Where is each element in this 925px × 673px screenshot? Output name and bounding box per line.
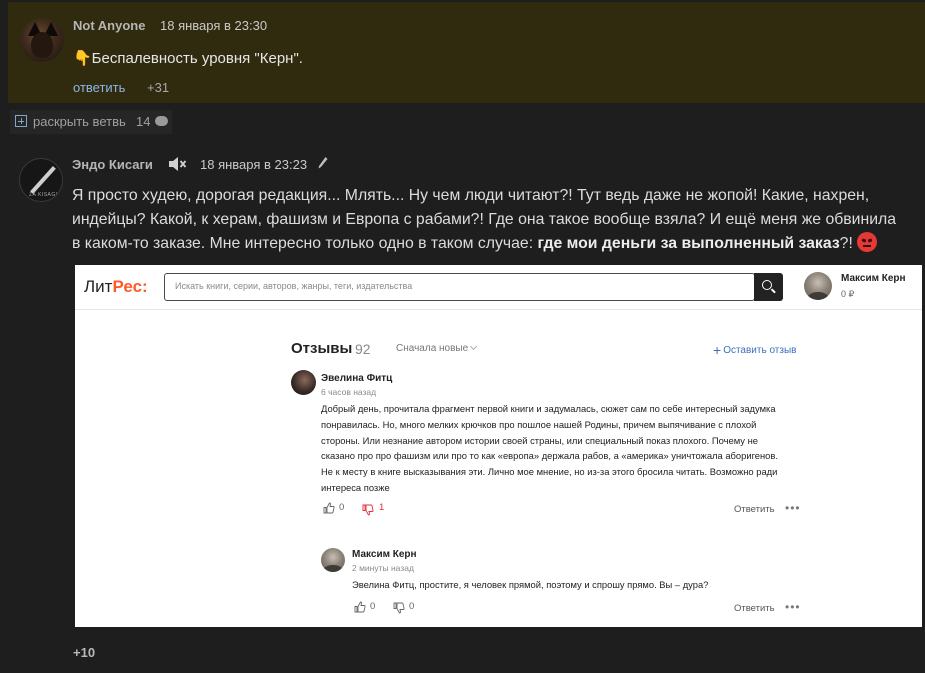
reply-link: Ответить [734, 603, 775, 614]
search-input: Искать книги, серии, авторов, жанры, тег… [164, 273, 755, 301]
review-text: Эвелина Фитц, простите, я человек прямой… [352, 579, 709, 590]
dislikes-count: 0 [409, 601, 415, 612]
thumbs-up-icon [354, 601, 366, 613]
more-icon: ••• [785, 501, 801, 515]
avatar [291, 370, 316, 395]
search-placeholder: Искать книги, серии, авторов, жанры, тег… [175, 281, 413, 291]
avatar[interactable] [20, 18, 64, 62]
comment-score: +31 [147, 80, 170, 95]
reply-link: Ответить [734, 504, 775, 515]
comment-text: Я просто худею, дорогая редакция... Млят… [72, 187, 897, 252]
litres-screenshot-image[interactable]: ЛитРес: Искать книги, серии, авторов, жа… [75, 265, 922, 627]
litres-logo: ЛитРес: [84, 277, 148, 296]
avatar [321, 548, 345, 572]
user-balance: 0 ₽ [841, 289, 855, 299]
dislikes-count: 1 [379, 502, 385, 513]
reviews-title: Отзывы [291, 340, 353, 357]
avatar [804, 272, 832, 300]
chevron-down-icon [469, 342, 478, 351]
comment-date[interactable]: 18 января в 23:30 [160, 18, 267, 33]
bold-text: где мои деньги за выполненный заказ [537, 235, 840, 252]
muted-speaker-icon[interactable] [167, 155, 187, 173]
sort-dropdown: Сначала новые [396, 343, 469, 354]
reviews-count: 92 [355, 341, 371, 357]
user-name: Максим Керн [841, 273, 906, 284]
comment-text: 👇Беспалевность уровня "Керн". [73, 50, 303, 67]
thumbs-up-icon [323, 502, 335, 514]
review-author: Максим Керн [352, 549, 417, 560]
litres-header: ЛитРес: Искать книги, серии, авторов, жа… [75, 265, 922, 310]
angry-face-icon [857, 232, 878, 252]
review-text: Добрый день, прочитала фрагмент первой к… [321, 403, 778, 493]
review-author: Эвелина Фитц [321, 373, 393, 384]
comment-not-anyone: Not Anyone 18 января в 23:30 👇Беспалевно… [8, 2, 925, 103]
likes-count: 0 [339, 502, 345, 513]
likes-count: 0 [370, 601, 376, 612]
comment-author[interactable]: Not Anyone [73, 18, 145, 33]
comment-date[interactable]: 18 января в 23:23 [200, 157, 307, 172]
reply-link[interactable]: ответить [73, 80, 125, 95]
review-time: 2 минуты назад [352, 563, 414, 573]
pencil-icon[interactable] [318, 156, 328, 170]
more-icon: ••• [785, 600, 801, 614]
comment-score: +10 [73, 645, 96, 660]
thumbs-down-icon [362, 504, 374, 516]
comment-author[interactable]: Эндо Кисаги [72, 157, 153, 172]
branch-count: 14 [136, 114, 151, 129]
avatar[interactable]: ZA KISAGI [19, 158, 63, 202]
plus-box-icon [15, 115, 27, 127]
thumbs-down-icon [393, 602, 405, 614]
review-time: 6 часов назад [321, 387, 377, 397]
search-icon [754, 273, 783, 301]
add-review-link: + Оставить отзыв [713, 342, 797, 358]
expand-branch-label: раскрыть ветвь [33, 114, 126, 129]
comment-bubble-icon [155, 116, 168, 126]
expand-branch-button[interactable]: раскрыть ветвь 14 [10, 110, 172, 134]
